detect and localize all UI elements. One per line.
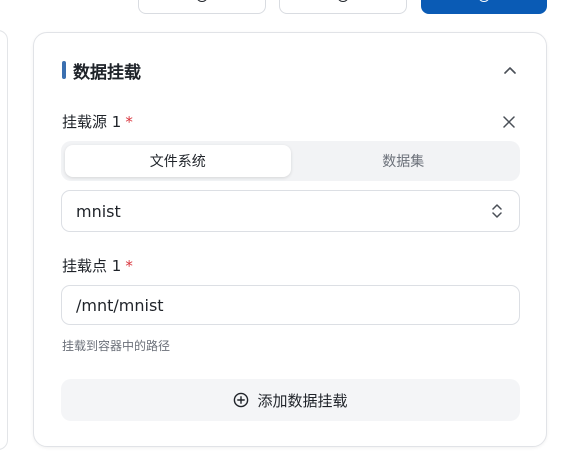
mount-point-input[interactable] (61, 285, 520, 325)
mount-point-label-text: 挂载点 1 (62, 257, 122, 275)
source-type-segmented-control: 文件系统 数据集 (61, 141, 520, 181)
title-wrap: 数据挂载 (62, 58, 141, 83)
mount-source-label-row: 挂载源 1 * (62, 111, 518, 132)
tab-file-system[interactable]: 文件系统 (65, 145, 291, 177)
mount-source-selected-value: mnist (76, 201, 121, 221)
top-secondary-button-2[interactable] (279, 0, 407, 14)
action-icon (478, 0, 490, 2)
mount-point-label: 挂载点 1 * (62, 255, 133, 276)
mount-point-hint: 挂载到容器中的路径 (62, 339, 171, 353)
section-title: 数据挂载 (73, 62, 141, 83)
top-primary-button[interactable] (421, 0, 547, 14)
add-data-mount-button[interactable]: 添加数据挂载 (61, 379, 520, 421)
title-accent-bar (62, 61, 66, 79)
card-header: 数据挂载 (62, 58, 520, 83)
chevron-up-down-icon (489, 201, 505, 221)
action-icon (196, 0, 208, 2)
top-secondary-button-1[interactable] (138, 0, 266, 14)
mount-source-label: 挂载源 1 * (62, 111, 133, 132)
required-mark: * (125, 257, 133, 275)
add-data-mount-label: 添加数据挂载 (257, 391, 348, 410)
required-mark: * (125, 113, 133, 131)
action-icon (337, 0, 349, 2)
plus-circle-icon (233, 392, 249, 408)
tab-dataset[interactable]: 数据集 (291, 145, 517, 177)
data-mount-card: 数据挂载 挂载源 1* 文件系统 数据集 mnist 挂载点 1* 挂载到容器中… (33, 32, 547, 447)
chevron-up-icon[interactable] (500, 60, 520, 80)
close-icon[interactable] (500, 113, 518, 131)
mount-source-label-text: 挂载源 1 (62, 113, 122, 131)
left-panel-edge (0, 30, 8, 450)
mount-source-select[interactable]: mnist (61, 190, 520, 232)
mount-point-label-row: 挂载点 1 * (62, 255, 518, 276)
